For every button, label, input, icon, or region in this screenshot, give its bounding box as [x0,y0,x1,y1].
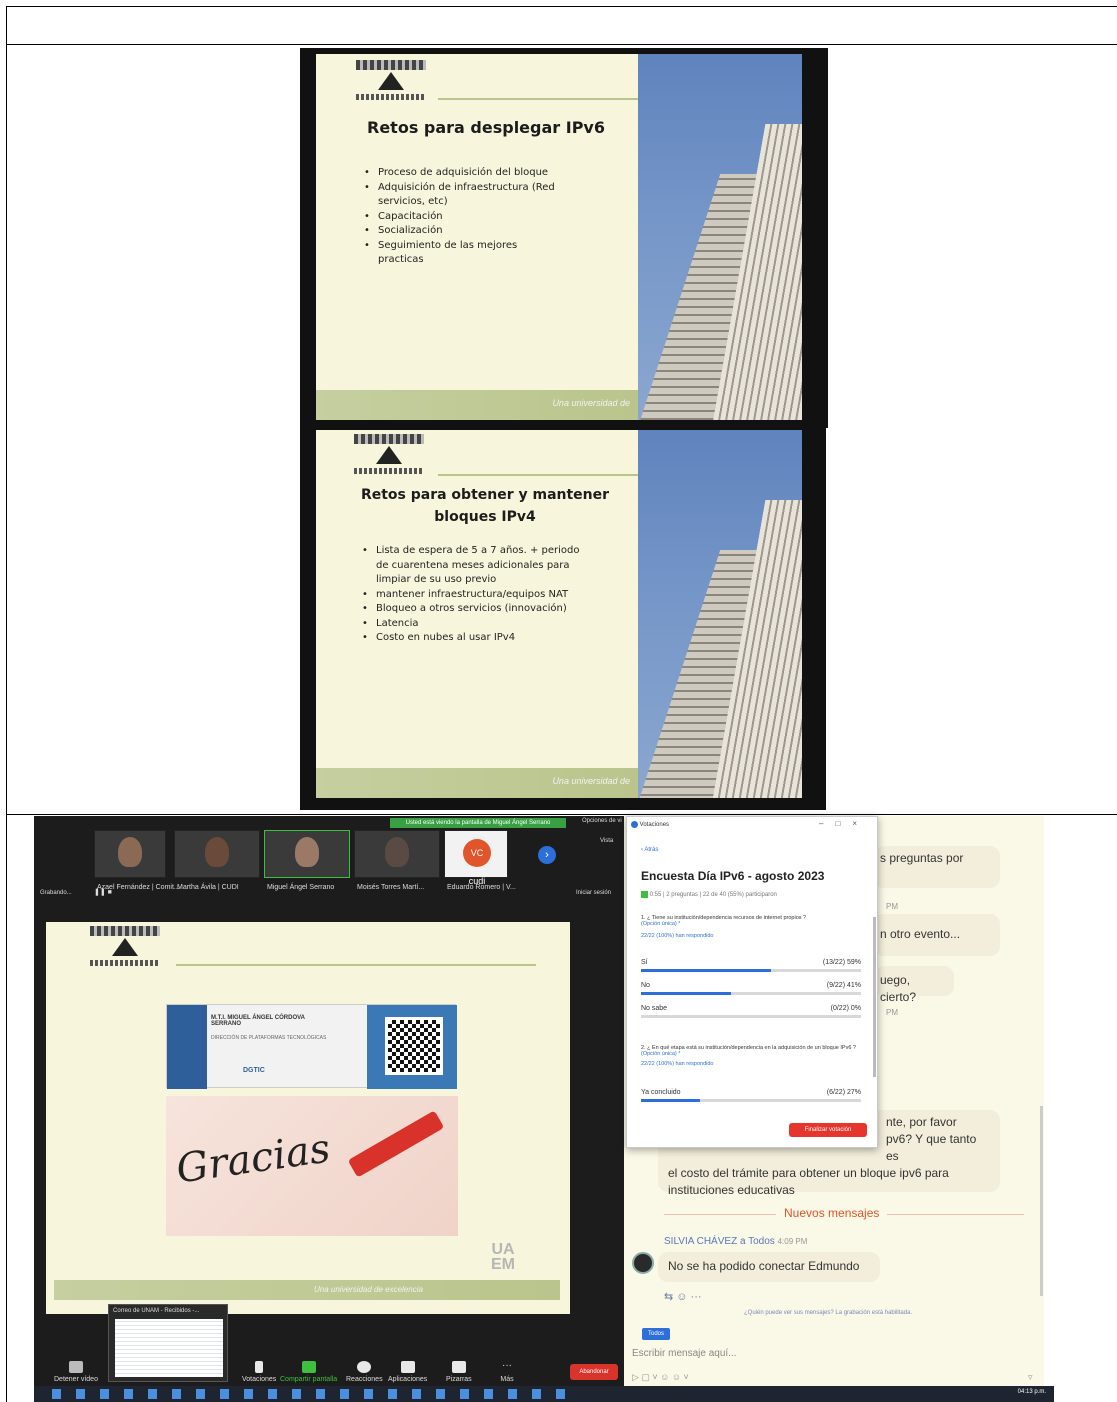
window-controls[interactable]: –□× [819,819,869,828]
uaem-logo: UA EM [491,1241,515,1273]
participant-tile[interactable]: Moisés Torres Martí... [354,830,440,891]
sharing-banner: Usted está viendo la pantalla de Miguel … [390,818,566,828]
poll-options-1: Sí (13/22) 59% No (9/22) 41% No sabe (0/22)… [641,959,861,1028]
polls-window: Votaciones –□× ‹ Atrás Encuesta Día IPv6… [626,816,878,1148]
view-options-button[interactable]: Opciones de vi [582,818,622,824]
poll-scrollbar[interactable] [873,917,876,1077]
stop-video-button[interactable]: Detener vídeo [54,1361,98,1383]
start-session-button[interactable]: Iniciar sesión [576,890,611,896]
zoom-meeting-window: Usted está viendo la pantalla de Miguel … [34,816,624,1401]
slide-footer: Una universidad de excelencia [54,1280,560,1300]
table-rule-2 [6,814,1117,815]
view-button[interactable]: Vista [600,838,613,844]
participant-tile-active[interactable]: Miguel Ángel Serrano [264,830,350,891]
apps-button[interactable]: Aplicaciones [388,1361,427,1383]
poll-question-2: 2. ¿ En qué etapa está su institución/de… [641,1045,856,1067]
recipient-selector[interactable]: Todos [642,1328,670,1340]
whiteboards-button[interactable]: Pizarras [446,1361,472,1383]
recording-status: Grabando... [40,890,72,896]
shared-slide: M.T.I. MIGUEL ÁNGEL CÓRDOVA SERRANO DIRE… [46,922,570,1314]
message-actions[interactable]: ⇆ ☺ ··· [664,1290,702,1303]
polls-button[interactable]: Votaciones [242,1361,276,1383]
university-logo [354,434,424,476]
slide-ipv6: Retos para desplegar IPv6 Proceso de adq… [316,54,802,420]
slide-bullets: Proceso de adquisición del bloque Adquis… [364,166,564,268]
new-messages-divider: Nuevos mensajes [776,1206,888,1220]
chat-input[interactable]: Escribir mensaje aquí... [632,1348,737,1359]
taskbar-clock: 04:13 p.m. [1017,1389,1046,1395]
slide-title: Retos para obtener y mantener bloques IP… [360,487,610,525]
poll-meta: 0:55 | 2 preguntas | 22 de 40 (55%) part… [641,891,777,898]
building-photo [638,430,802,798]
avatar [632,1252,654,1274]
slide-title: Retos para desplegar IPv6 [367,118,605,137]
vc-cudi-logo: VC cudi [463,839,491,886]
chat-input-tools[interactable]: ▷ ▢ ˅ ☺ ☺ ˅ [632,1372,689,1383]
qr-code [385,1017,443,1075]
slide-bullets: Lista de espera de 5 a 7 años. + periodo… [362,544,594,646]
back-link[interactable]: ‹ Atrás [641,847,658,853]
poll-option: No sabe (0/22) 0% [641,1005,861,1018]
leave-meeting-button[interactable]: Abandonar [570,1364,618,1380]
more-button[interactable]: ··· Más [500,1361,514,1384]
chat-message: s preguntas por [874,846,1000,888]
gracias-image: Gracias [166,1096,458,1236]
email-preview-popup[interactable]: Correo de UNAM - Recibidos -... [108,1304,228,1382]
window-title: Votaciones [631,821,669,828]
slide-footer: Una universidad de [316,768,638,798]
visibility-notice: ¿Quién puede ver sus mensajes? La grabac… [744,1310,913,1316]
chat-sender: SILVIA CHÁVEZ a Todos 4:09 PM [664,1236,808,1247]
contact-card: M.T.I. MIGUEL ÁNGEL CÓRDOVA SERRANO DIRE… [166,1004,457,1089]
chat-message: No se ha podido conectar Edmundo [658,1252,880,1282]
chat-message: uego, cierto? [874,966,954,1004]
share-screen-button[interactable]: Compartir pantalla [280,1361,337,1383]
participant-tile[interactable]: Martha Ávila | CUDI [174,830,260,891]
table-rule-1 [6,44,1117,45]
chat-scrollbar[interactable] [1040,1106,1043,1296]
poll-title: Encuesta Día IPv6 - agosto 2023 [641,869,825,883]
slide-footer: Una universidad de [316,390,638,420]
end-poll-button[interactable]: Finalizar votación [789,1123,867,1137]
slide-ipv4: Retos para obtener y mantener bloques IP… [316,430,802,798]
windows-taskbar: 04:13 p.m. [34,1386,1054,1402]
university-logo [356,60,426,102]
poll-option: No (9/22) 41% [641,982,861,995]
poll-option: Ya concluido (6/22) 27% [641,1089,861,1102]
table-left-edge [6,6,7,1402]
participant-tile[interactable]: VC cudi Eduardo Romero | V... [444,830,516,891]
send-icon[interactable]: ▿ [1028,1372,1033,1383]
chat-message: n otro evento... [874,914,1000,956]
building-photo [638,54,802,420]
poll-options-2: Ya concluido (6/22) 27% [641,1089,861,1102]
next-participants-icon[interactable]: › [538,846,556,864]
taskbar-app-icons[interactable] [52,1389,572,1399]
poll-question-1: 1. ¿ Tiene su institución/dependencia re… [641,915,807,939]
pause-record-icon[interactable]: ❚❚ ■ [94,888,112,896]
participant-tile[interactable]: Azael Fernández | Comit... [94,830,180,891]
poll-option: Sí (13/22) 59% [641,959,861,972]
reactions-button[interactable]: Reacciones [346,1361,383,1383]
